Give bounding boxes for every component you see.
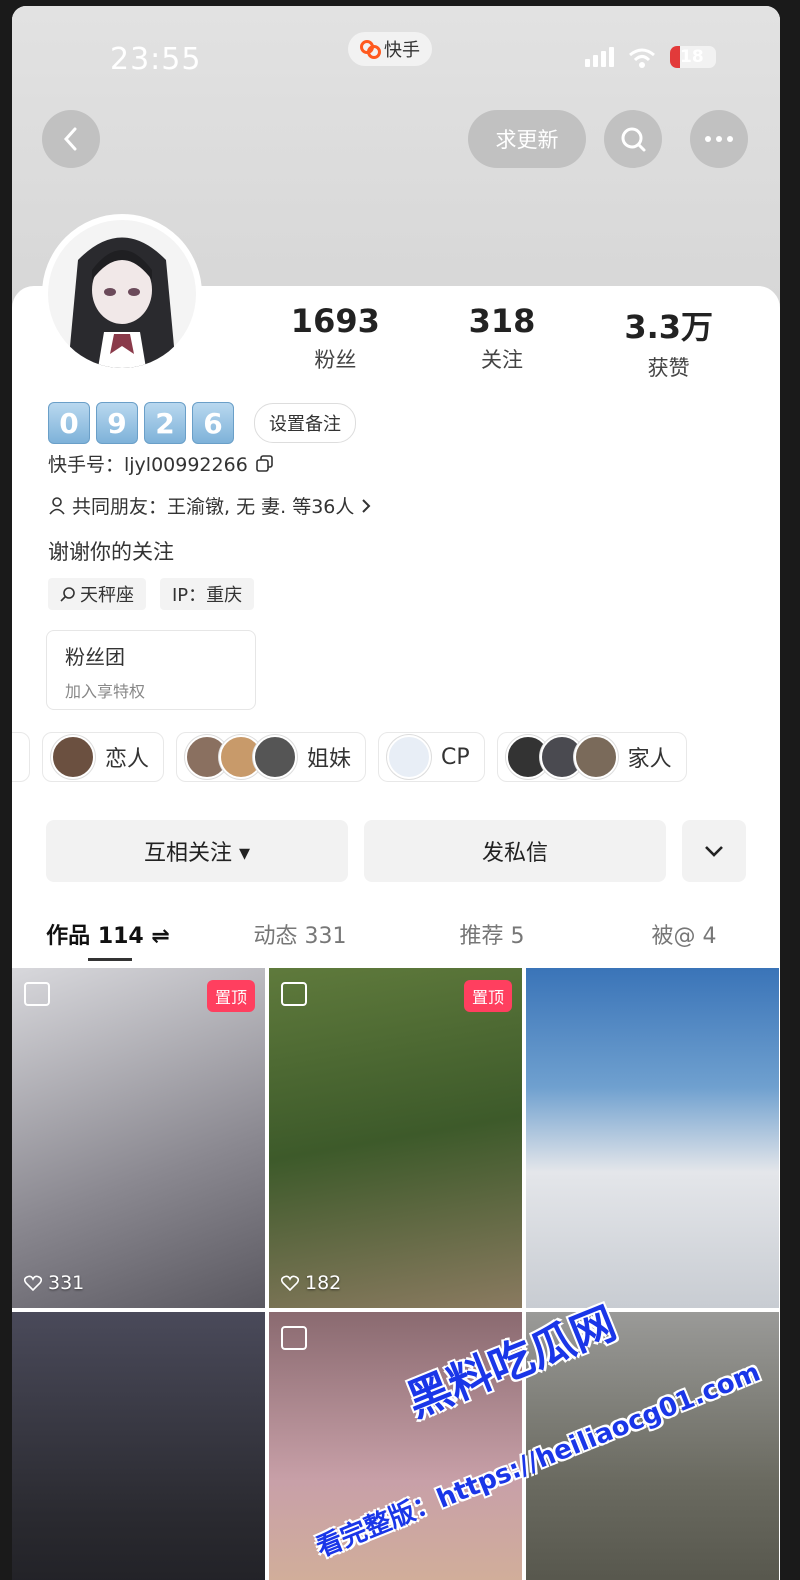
tab-works-label: 作品 114 ⇌ [46,924,170,949]
gallery-icon [281,1326,307,1350]
badge-digit: 0 [48,402,90,444]
chevron-right-icon [362,498,371,513]
stat-likes[interactable]: 3.3万 获赞 [585,302,752,382]
heart-icon [24,1275,42,1291]
app-name: 快手 [384,40,420,61]
stats-row: 1693 粉丝 318 关注 3.3万 获赞 [252,302,752,382]
set-remark-button[interactable]: 设置备注 [254,403,356,443]
relation-family[interactable]: 家人 [496,732,687,782]
badge-row: 0 9 2 6 设置备注 [48,402,356,444]
post-likes-count: 182 [305,1272,342,1294]
top-nav: 求更新 [12,110,780,174]
tab-works[interactable]: 作品 114 ⇌ [12,906,204,966]
stat-following[interactable]: 318 关注 [419,302,586,382]
chevron-down-icon [705,846,723,857]
posts-grid: 置顶 331 置顶 182 [12,968,780,1580]
post-likes-count: 331 [48,1272,85,1294]
kuaishou-logo-icon [360,40,381,59]
relation-label: 恋人 [105,747,150,772]
friend-avatar [573,735,618,779]
battery-level: 18 [680,47,704,67]
profile-screen: 23:55 快手 18 求更新 1693 粉丝 318 关注 3.3万 获赞 0… [12,6,780,1580]
profile-tags: 天秤座 IP：重庆 [48,578,255,610]
relation-sisters[interactable]: 姐妹 [176,732,367,782]
badge-digit: 6 [192,402,234,444]
search-icon [621,127,646,152]
tab-mentioned[interactable]: 被@ 4 [588,906,780,966]
battery-icon: 18 [670,46,716,68]
tab-recommend[interactable]: 推荐 5 [396,906,588,966]
status-time: 23:55 [110,42,202,77]
fan-club-title: 粉丝团 [65,645,125,669]
content-tabs: 作品 114 ⇌ 动态 331 推荐 5 被@ 4 [12,906,780,966]
status-icons: 18 [585,46,716,68]
tag-zodiac[interactable]: 天秤座 [48,578,146,610]
signal-icon [585,47,614,67]
tag-ip: IP：重庆 [160,578,255,610]
expand-button[interactable] [682,820,746,882]
wifi-icon [628,47,656,68]
badge-digit: 2 [144,402,186,444]
stat-following-label: 关注 [481,348,523,372]
person-icon [49,496,65,515]
mutual-friends-text: 共同朋友：王渝镦, 无 妻. 等36人 [72,496,355,518]
kuaishou-id-row[interactable]: 快手号：ljyl00992266 [48,450,274,477]
tab-moments[interactable]: 动态 331 [204,906,396,966]
badge-digit: 9 [96,402,138,444]
status-bar: 23:55 快手 18 [12,6,780,106]
chevron-left-icon [63,127,77,151]
post-likes: 182 [281,1272,341,1294]
relation-label: 家人 [627,747,672,772]
stat-fans-value: 1693 [290,302,380,340]
tag-zodiac-label: 天秤座 [80,585,134,606]
relation-label: 姐妹 [307,747,352,772]
pinned-badge: 置顶 [206,980,255,1012]
gallery-icon [281,982,307,1006]
more-button[interactable] [690,110,748,168]
message-button[interactable]: 发私信 [364,820,666,882]
fan-club-subtitle: 加入享特权 [65,682,146,701]
relations-row: 恋人 姐妹 CP 家人 [12,732,780,788]
relation-partial[interactable] [12,732,30,782]
avatar-illustration [48,220,196,368]
friend-avatar [387,735,432,779]
friend-avatar [253,735,298,779]
stat-fans[interactable]: 1693 粉丝 [252,302,419,382]
gallery-icon [24,982,50,1006]
stat-likes-label: 获赞 [647,356,690,380]
relation-cp[interactable]: CP [378,732,485,782]
copy-icon[interactable] [255,454,274,473]
stat-likes-value: 3.3万 [624,308,714,346]
tab-indicator [88,958,132,961]
kuaishou-id: 快手号：ljyl00992266 [48,454,248,476]
zodiac-icon [60,587,75,602]
post-thumbnail[interactable]: 置顶 331 [12,968,265,1308]
stat-following-value: 318 [468,302,536,340]
avatar[interactable] [42,214,202,374]
more-dots-icon [705,136,733,142]
follow-button[interactable]: 互相关注 ▾ [46,820,348,882]
relation-lover[interactable]: 恋人 [42,732,165,782]
bio: 谢谢你的关注 [48,540,174,564]
heart-icon [281,1275,299,1291]
request-update-button[interactable]: 求更新 [468,110,586,168]
tag-ip-label: IP：重庆 [172,585,243,606]
stat-fans-label: 粉丝 [314,348,357,372]
post-thumbnail[interactable] [12,1312,265,1580]
back-button[interactable] [42,110,100,168]
friend-avatar [51,735,95,779]
post-thumbnail[interactable]: 置顶 182 [269,968,522,1308]
search-button[interactable] [604,110,662,168]
pinned-badge: 置顶 [463,980,512,1012]
app-indicator: 快手 [348,32,432,66]
mutual-friends-row[interactable]: 共同朋友：王渝镦, 无 妻. 等36人 [48,492,372,519]
post-thumbnail[interactable] [526,968,779,1308]
fan-club-card[interactable]: 粉丝团 加入享特权 [46,630,256,710]
action-buttons: 互相关注 ▾ 发私信 [46,820,746,882]
relation-label: CP [441,744,470,770]
post-likes: 331 [24,1272,84,1294]
